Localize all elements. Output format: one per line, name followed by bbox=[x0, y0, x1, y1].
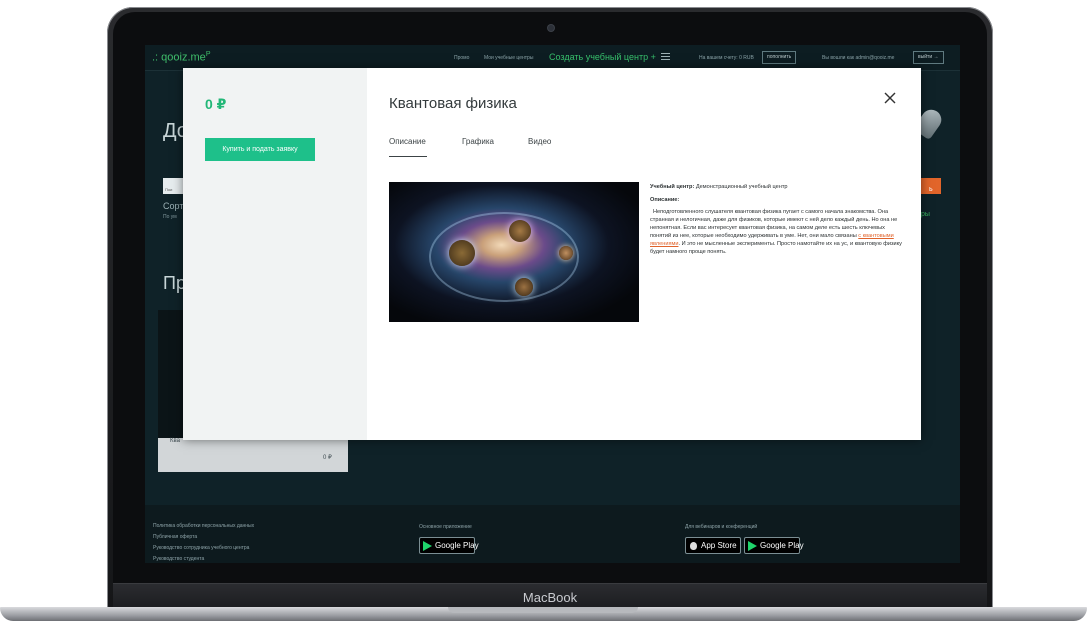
course-modal: 0 ₽ Купить и подать заявку Квантовая физ… bbox=[183, 68, 921, 440]
nav-my-centers[interactable]: Мои учебные центры bbox=[484, 55, 533, 61]
google-play-icon bbox=[748, 541, 757, 551]
description-label: Описание: bbox=[650, 197, 680, 203]
close-icon[interactable] bbox=[883, 91, 897, 105]
menu-icon[interactable] bbox=[661, 53, 670, 60]
footer-link-privacy[interactable]: Политика обработки персональных данных bbox=[153, 523, 254, 529]
logout-button[interactable]: выйти → bbox=[913, 51, 944, 64]
modal-sidebar: 0 ₽ Купить и подать заявку bbox=[183, 68, 367, 440]
google-play-button-webinars[interactable]: Google Play bbox=[744, 537, 804, 554]
bg-search-button[interactable]: ь bbox=[921, 178, 941, 194]
bg-course-card-price: 0 ₽ bbox=[323, 455, 332, 461]
apple-icon bbox=[690, 542, 697, 550]
center-value: Демонстрационный учебный центр bbox=[695, 184, 788, 190]
footer-main-app-heading: Основное приложение bbox=[419, 524, 472, 530]
google-play-button-main[interactable]: Google Play bbox=[419, 537, 479, 554]
footer-link-staff-guide[interactable]: Руководство сотрудника учебного центра bbox=[153, 545, 249, 551]
bg-course-card-footer bbox=[158, 438, 348, 472]
site-logo[interactable]: .: qooiz.meP bbox=[152, 51, 210, 64]
tab-graphics[interactable]: Графика bbox=[462, 137, 494, 146]
footer-link-offer[interactable]: Публичная оферта bbox=[153, 534, 197, 540]
bg-filters-link[interactable]: ры bbox=[921, 211, 930, 218]
laptop-screen: .: qooiz.meP Промо Мои учебные центры Со… bbox=[145, 45, 960, 563]
laptop-opening-notch bbox=[448, 607, 638, 613]
buy-and-apply-button[interactable]: Купить и подать заявку bbox=[205, 138, 315, 161]
footer-webinars-heading: Для вебинаров и конференций bbox=[685, 524, 758, 530]
center-row: Учебный центр: Демонстрационный учебный … bbox=[650, 184, 788, 190]
create-center-link[interactable]: Создать учебный центр + bbox=[549, 52, 656, 62]
bg-sort-label: Сорт bbox=[163, 201, 184, 211]
description-text: Неподготовленного слушателя квантовая фи… bbox=[650, 209, 902, 255]
bg-course-card-title: Ква bbox=[170, 438, 180, 444]
device-mockup: .: qooiz.meP Промо Мои учебные центры Со… bbox=[0, 0, 1087, 627]
google-play-icon bbox=[423, 541, 432, 551]
laptop-chin: MacBook bbox=[113, 583, 987, 610]
site-footer bbox=[145, 505, 960, 563]
app-store-button[interactable]: App Store bbox=[685, 537, 741, 554]
nav-promo[interactable]: Промо bbox=[454, 55, 469, 61]
tab-description[interactable]: Описание bbox=[389, 137, 427, 157]
logged-in-text: Вы вошли как admin@qooiz.me bbox=[822, 55, 895, 61]
camera-icon bbox=[548, 25, 554, 31]
tab-video[interactable]: Видео bbox=[528, 137, 551, 146]
course-cover-image bbox=[389, 182, 639, 322]
balance-text: На вашем счету: 0 RUB bbox=[699, 55, 754, 61]
course-price: 0 ₽ bbox=[205, 96, 227, 112]
topup-button[interactable]: пополнить bbox=[762, 51, 797, 64]
footer-link-student-guide[interactable]: Руководство студента bbox=[153, 556, 204, 562]
course-title: Квантовая физика bbox=[389, 95, 517, 112]
device-brand-label: MacBook bbox=[522, 590, 578, 605]
course-info: Учебный центр: Демонстрационный учебный … bbox=[650, 183, 905, 256]
bg-sort-value[interactable]: По ум bbox=[163, 214, 177, 220]
